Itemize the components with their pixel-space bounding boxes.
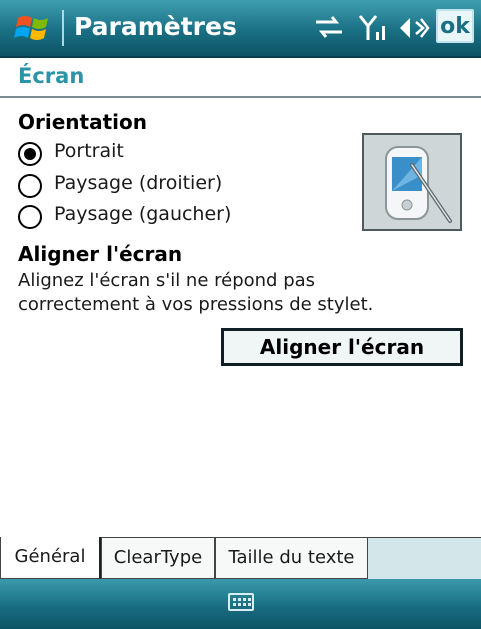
tab-general[interactable]: Général [0, 537, 101, 579]
speaker-icon[interactable] [396, 14, 430, 42]
radio-label[interactable]: Paysage (droitier) [54, 172, 222, 194]
page-heading-bar: Écran [0, 58, 481, 98]
app-title: Paramètres [74, 12, 237, 41]
device-illustration [362, 133, 462, 231]
align-screen-button[interactable]: Aligner l'écran [221, 328, 463, 366]
page-title: Écran [18, 64, 85, 88]
connectivity-icon[interactable] [314, 14, 344, 40]
title-bar: Paramètres ok [0, 0, 481, 58]
align-title: Aligner l'écran [18, 242, 183, 266]
radio-landscape-right[interactable]: Paysage (droitier) [18, 172, 318, 202]
radio-portrait[interactable]: Portrait [18, 140, 318, 170]
radio-landscape-left[interactable]: Paysage (gaucher) [18, 203, 318, 233]
tab-text-size[interactable]: Taille du texte [215, 537, 368, 579]
radio-button-icon[interactable] [18, 142, 42, 166]
tab-cleartype[interactable]: ClearType [101, 537, 215, 579]
align-description-line1: Alignez l'écran s'il ne répond pas [18, 270, 316, 291]
radio-button-icon[interactable] [18, 174, 42, 198]
tab-bar: Général ClearType Taille du texte [0, 537, 481, 579]
windows-start-icon[interactable] [14, 8, 54, 48]
radio-label[interactable]: Portrait [54, 140, 124, 162]
radio-button-icon[interactable] [18, 205, 42, 229]
bottom-bar [0, 579, 481, 629]
ok-button[interactable]: ok [436, 9, 474, 43]
device-stylus-icon [385, 146, 452, 223]
align-description-line2: correctement à vos pressions de stylet. [18, 294, 374, 315]
keyboard-icon[interactable] [228, 593, 254, 611]
title-separator [62, 10, 64, 46]
tab-bar-filler [368, 537, 481, 579]
orientation-title: Orientation [18, 110, 147, 134]
signal-icon[interactable] [358, 14, 388, 42]
radio-label[interactable]: Paysage (gaucher) [54, 203, 231, 225]
